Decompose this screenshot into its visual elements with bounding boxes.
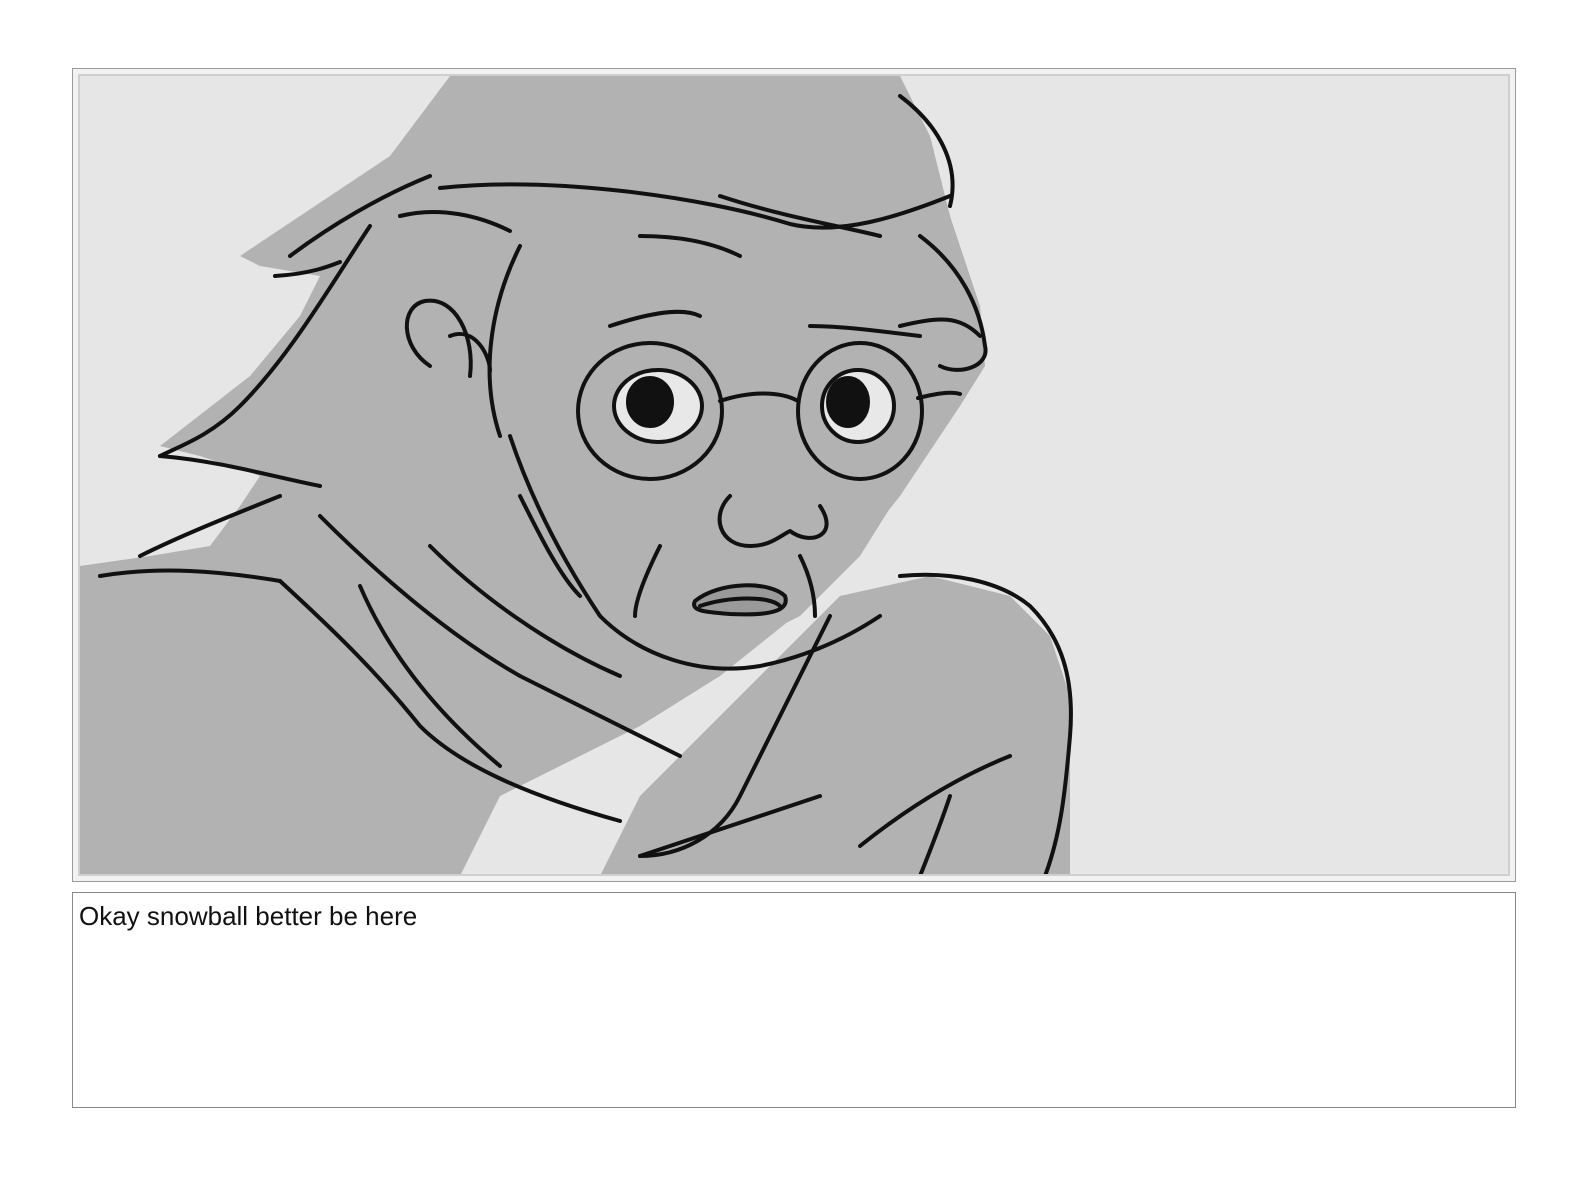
character-fill (80, 76, 1070, 874)
storyboard-caption-box[interactable]: Okay snowball better be here (72, 892, 1516, 1108)
character-sketch-illustration (80, 76, 1073, 874)
storyboard-panel (78, 74, 1510, 876)
caption-text: Okay snowball better be here (79, 901, 418, 931)
storyboard-panel-frame (72, 68, 1516, 882)
